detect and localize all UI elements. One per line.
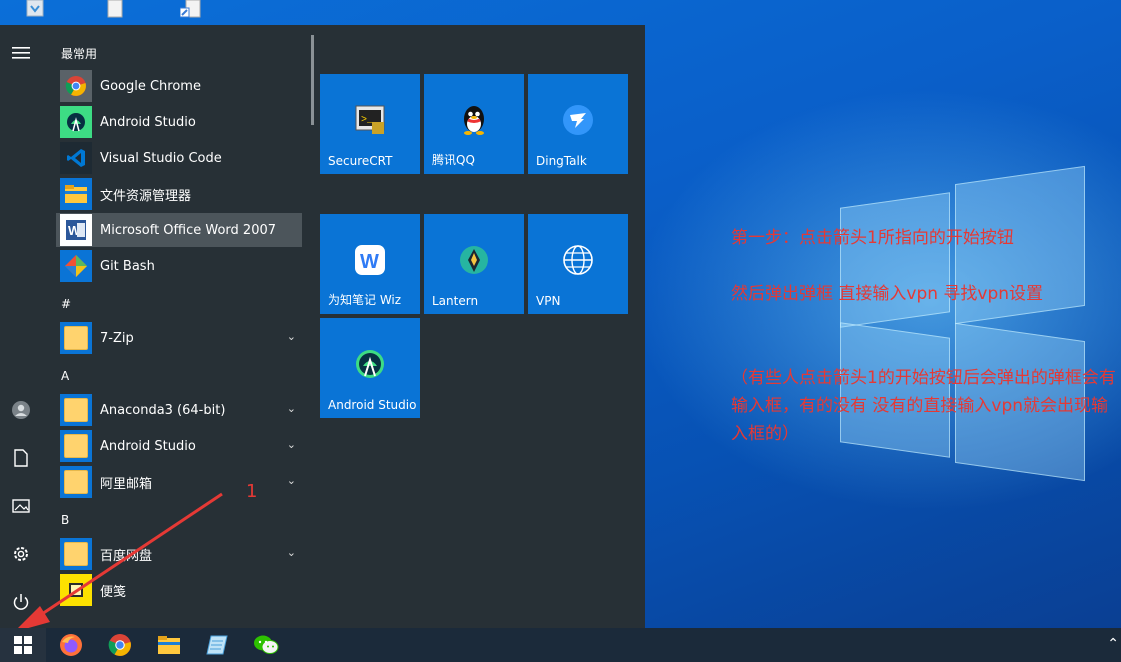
file-desktop-icon[interactable] xyxy=(104,0,126,18)
notepad-taskbar-icon[interactable] xyxy=(194,628,240,662)
folder-icon xyxy=(60,394,92,426)
power-icon[interactable] xyxy=(9,590,33,614)
user-avatar-icon[interactable] xyxy=(9,398,33,422)
app-label: Git Bash xyxy=(100,258,155,274)
app-folder-anaconda[interactable]: Anaconda3 (64-bit) ⌄ xyxy=(56,393,302,427)
app-label: Google Chrome xyxy=(100,78,201,94)
documents-icon[interactable] xyxy=(9,446,33,470)
app-label: Microsoft Office Word 2007 xyxy=(100,222,277,238)
pictures-icon[interactable] xyxy=(9,494,33,518)
chrome-icon xyxy=(60,70,92,102)
annotation-step2: 然后弹出弹框 直接输入vpn 寻找vpn设置 xyxy=(731,284,1044,304)
tile-label: VPN xyxy=(536,294,561,308)
android-studio-icon xyxy=(60,106,92,138)
app-folder-aliyun-mail[interactable]: 阿里邮箱 ⌄ xyxy=(56,465,302,499)
folder-icon xyxy=(60,322,92,354)
lantern-icon xyxy=(458,244,490,276)
app-label: 阿里邮箱 xyxy=(100,476,153,492)
wiz-icon: W xyxy=(354,244,386,276)
app-item-word-2007[interactable]: W Microsoft Office Word 2007 xyxy=(56,213,302,247)
chevron-down-icon: ⌄ xyxy=(286,438,296,451)
chrome-taskbar-icon[interactable] xyxy=(97,628,143,662)
android-studio-icon xyxy=(354,348,386,380)
app-label: Android Studio xyxy=(100,114,196,130)
wechat-taskbar-icon[interactable] xyxy=(243,628,289,662)
tile-label: DingTalk xyxy=(536,154,587,168)
tile-label: SecureCRT xyxy=(328,154,393,168)
annotation-arrow-number: 1 xyxy=(246,481,258,502)
section-header-hash[interactable]: # xyxy=(61,297,71,311)
app-item-sticky-notes[interactable]: 便笺 xyxy=(56,573,302,607)
tile-dingtalk[interactable]: DingTalk xyxy=(528,74,628,174)
word-icon: W xyxy=(60,214,92,246)
file-explorer-icon xyxy=(60,178,92,210)
start-rail xyxy=(0,25,42,628)
taskbar: ⌃ xyxy=(0,628,1121,662)
folder-icon xyxy=(60,466,92,498)
folder-icon xyxy=(60,538,92,570)
tile-securecrt[interactable]: >_ SecureCRT xyxy=(320,74,420,174)
tile-lantern[interactable]: Lantern xyxy=(424,214,524,314)
app-label: 文件资源管理器 xyxy=(100,188,192,204)
start-menu: 最常用 Google Chrome Android Studio Visual … xyxy=(0,25,645,628)
app-item-file-explorer[interactable]: 文件资源管理器 xyxy=(56,177,302,211)
show-hidden-icons-chevron-icon[interactable]: ⌃ xyxy=(1107,636,1119,652)
chevron-down-icon: ⌄ xyxy=(286,330,296,343)
app-item-git-bash[interactable]: Git Bash xyxy=(56,249,302,283)
tile-android-studio[interactable]: Android Studio xyxy=(320,318,420,418)
shortcut-desktop-icon[interactable] xyxy=(179,0,202,18)
chevron-down-icon: ⌄ xyxy=(286,402,296,415)
app-item-google-chrome[interactable]: Google Chrome xyxy=(56,69,302,103)
tile-qq[interactable]: 腾讯QQ xyxy=(424,74,524,174)
app-item-vscode[interactable]: Visual Studio Code xyxy=(56,141,302,175)
app-label: 7-Zip xyxy=(100,330,134,346)
chevron-down-icon: ⌄ xyxy=(286,474,296,487)
tile-label: Lantern xyxy=(432,294,479,308)
tile-label: 腾讯QQ xyxy=(432,153,475,167)
app-label: Visual Studio Code xyxy=(100,150,222,166)
sticky-notes-icon xyxy=(60,574,92,606)
hamburger-menu-icon[interactable] xyxy=(9,41,33,65)
firefox-taskbar-icon[interactable] xyxy=(48,628,94,662)
qq-icon xyxy=(458,104,490,136)
app-item-android-studio[interactable]: Android Studio xyxy=(56,105,302,139)
section-header-b[interactable]: B xyxy=(61,513,69,527)
settings-gear-icon[interactable] xyxy=(9,542,33,566)
chevron-down-icon: ⌄ xyxy=(286,546,296,559)
folder-icon xyxy=(60,430,92,462)
tile-vpn[interactable]: VPN xyxy=(528,214,628,314)
tile-label: 为知笔记 Wiz xyxy=(328,293,402,307)
app-folder-baidu-netdisk[interactable]: 百度网盘 ⌄ xyxy=(56,537,302,571)
file-explorer-taskbar-icon[interactable] xyxy=(146,628,192,662)
recycle-bin-icon[interactable] xyxy=(24,0,46,18)
section-header-a[interactable]: A xyxy=(61,369,69,383)
section-header-frequent: 最常用 xyxy=(61,47,98,61)
app-list-scrollbar[interactable] xyxy=(311,35,314,125)
start-button[interactable] xyxy=(0,628,46,662)
securecrt-icon: >_ xyxy=(354,104,386,136)
globe-icon xyxy=(562,244,594,276)
app-list[interactable]: 最常用 Google Chrome Android Studio Visual … xyxy=(56,25,306,628)
app-folder-android-studio[interactable]: Android Studio ⌄ xyxy=(56,429,302,463)
app-label: 百度网盘 xyxy=(100,548,153,564)
windows-start-icon xyxy=(14,636,32,654)
vscode-icon xyxy=(60,142,92,174)
app-folder-7zip[interactable]: 7-Zip ⌄ xyxy=(56,321,302,355)
tile-wiz[interactable]: W 为知笔记 Wiz xyxy=(320,214,420,314)
app-label: Android Studio xyxy=(100,438,196,454)
tile-label: Android Studio xyxy=(328,398,417,412)
git-bash-icon xyxy=(60,250,92,282)
app-label: 便笺 xyxy=(100,584,127,600)
annotation-step1: 第一步：点击箭头1所指向的开始按钮 xyxy=(731,228,1014,248)
svg-text:W: W xyxy=(360,251,379,273)
app-label: Anaconda3 (64-bit) xyxy=(100,402,226,418)
dingtalk-icon xyxy=(562,104,594,136)
annotation-step3: （有些人点击箭头1的开始按钮后会弹出的弹框会有输入框，有的没有 没有的直接输入v… xyxy=(731,368,1116,444)
